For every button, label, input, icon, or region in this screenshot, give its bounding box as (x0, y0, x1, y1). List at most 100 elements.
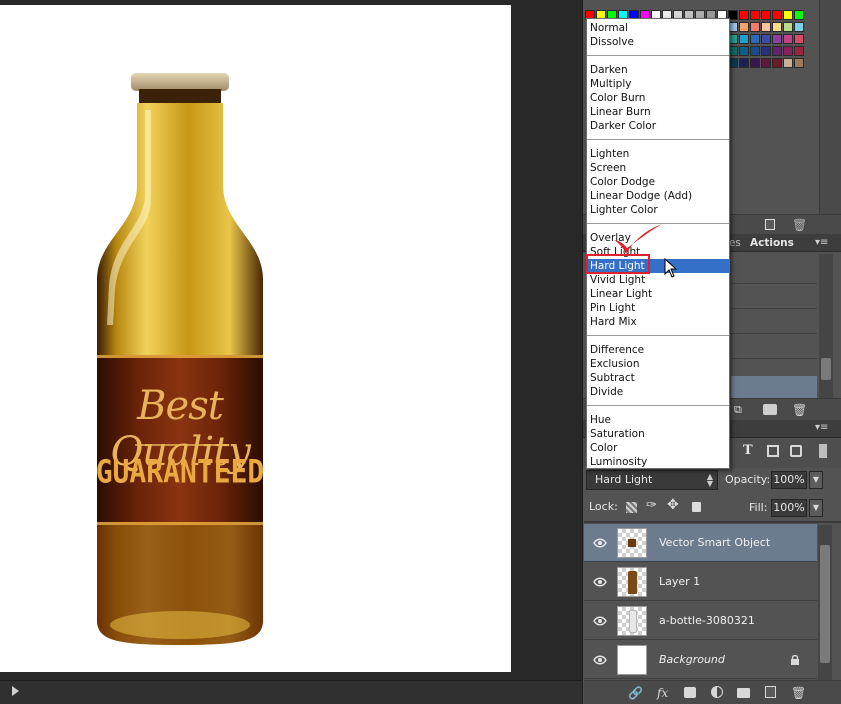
menu-item-hue[interactable]: Hue (587, 413, 729, 427)
swatch[interactable] (761, 58, 771, 68)
swatch[interactable] (772, 46, 782, 56)
swatch[interactable] (739, 22, 749, 32)
filter-toggle[interactable] (819, 444, 827, 458)
trash-icon[interactable]: 🗑 (792, 403, 807, 417)
eye-icon[interactable] (593, 576, 607, 588)
swatch[interactable] (794, 10, 804, 20)
swatch[interactable] (772, 22, 782, 32)
menu-item-linear-light[interactable]: Linear Light (587, 287, 729, 301)
menu-item-multiply[interactable]: Multiply (587, 77, 729, 91)
swatch[interactable] (761, 10, 771, 20)
fill-dropdown-arrow[interactable]: ▼ (809, 499, 823, 517)
panel-menu-icon[interactable]: ▾≡ (815, 237, 828, 248)
trash-icon[interactable]: 🗑 (791, 686, 806, 700)
swatch[interactable] (750, 46, 760, 56)
fill-input[interactable]: 100% (771, 499, 807, 517)
opacity-input[interactable]: 100% (771, 471, 807, 489)
swatch[interactable] (761, 46, 771, 56)
lock-all-icon[interactable] (692, 502, 701, 512)
layers-scrollbar[interactable] (818, 525, 832, 680)
swatch[interactable] (783, 22, 793, 32)
folder-icon[interactable] (737, 688, 750, 698)
trash-icon[interactable]: 🗑 (792, 218, 807, 232)
lock-position-icon[interactable]: ✥ (667, 497, 679, 513)
fx-icon[interactable]: fx (657, 686, 668, 700)
layer-name[interactable]: a-bottle-3080321 (659, 614, 755, 627)
menu-item-saturation[interactable]: Saturation (587, 427, 729, 441)
menu-item-darken[interactable]: Darken (587, 63, 729, 77)
swatch[interactable] (772, 10, 782, 20)
menu-item-dissolve[interactable]: Dissolve (587, 35, 729, 49)
swatch[interactable] (761, 22, 771, 32)
menu-item-color[interactable]: Color (587, 441, 729, 455)
swatch[interactable] (750, 10, 760, 20)
swatch[interactable] (772, 34, 782, 44)
new-document-icon[interactable]: ⧉ (734, 403, 742, 417)
swatch[interactable] (750, 22, 760, 32)
swatch[interactable] (750, 58, 760, 68)
layer-row-vector-smart-object[interactable]: Vector Smart Object (584, 524, 817, 562)
menu-item-lighten[interactable]: Lighten (587, 147, 729, 161)
menu-item-normal[interactable]: Normal (587, 21, 729, 35)
menu-item-exclusion[interactable]: Exclusion (587, 357, 729, 371)
link-icon[interactable]: 🔗 (628, 686, 643, 700)
adjustment-icon[interactable] (711, 686, 723, 698)
lock-brush-icon[interactable]: ✑ (646, 498, 657, 513)
menu-item-linear-dodge[interactable]: Linear Dodge (Add) (587, 189, 729, 203)
history-row[interactable] (731, 285, 817, 309)
swatch[interactable] (794, 22, 804, 32)
layer-name[interactable]: Vector Smart Object (659, 536, 770, 549)
text-filter-icon[interactable]: T (743, 443, 753, 458)
lock-transparent-icon[interactable] (626, 502, 637, 513)
smart-object-filter-icon[interactable] (790, 445, 802, 457)
swatch[interactable] (794, 34, 804, 44)
history-row[interactable] (731, 310, 817, 334)
menu-item-pin-light[interactable]: Pin Light (587, 301, 729, 315)
panel-menu-icon[interactable]: ▾≡ (815, 422, 828, 433)
eye-icon[interactable] (593, 654, 607, 666)
menu-item-subtract[interactable]: Subtract (587, 371, 729, 385)
menu-item-vivid-light[interactable]: Vivid Light (587, 273, 729, 287)
shape-filter-icon[interactable] (767, 445, 779, 457)
swatch[interactable] (783, 34, 793, 44)
menu-item-color-dodge[interactable]: Color Dodge (587, 175, 729, 189)
history-row[interactable] (731, 335, 817, 359)
swatch[interactable] (750, 34, 760, 44)
menu-item-darker-color[interactable]: Darker Color (587, 119, 729, 133)
swatch[interactable] (783, 46, 793, 56)
swatch[interactable] (739, 34, 749, 44)
menu-item-screen[interactable]: Screen (587, 161, 729, 175)
layer-row-a-bottle[interactable]: a-bottle-3080321 (584, 602, 817, 640)
layer-row-background[interactable]: Background (584, 641, 817, 679)
opacity-dropdown-arrow[interactable]: ▼ (809, 471, 823, 489)
menu-item-difference[interactable]: Difference (587, 343, 729, 357)
menu-item-color-burn[interactable]: Color Burn (587, 91, 729, 105)
swatch[interactable] (739, 46, 749, 56)
swatch[interactable] (761, 34, 771, 44)
layer-name[interactable]: Layer 1 (659, 575, 700, 588)
camera-icon[interactable] (763, 404, 777, 415)
swatch[interactable] (794, 58, 804, 68)
layer-row-layer-1[interactable]: Layer 1 (584, 563, 817, 601)
new-swatch-icon[interactable] (765, 219, 775, 230)
history-row[interactable] (731, 260, 817, 284)
history-scrollbar[interactable] (819, 254, 833, 398)
eye-icon[interactable] (593, 537, 607, 549)
blend-mode-select[interactable]: Hard Light ▲ ▼ (586, 470, 718, 490)
layer-name[interactable]: Background (659, 653, 725, 666)
actions-tab[interactable]: Actions (750, 237, 794, 249)
play-arrow-icon[interactable] (12, 686, 19, 696)
history-row-selected[interactable] (731, 376, 817, 398)
eye-icon[interactable] (593, 615, 607, 627)
new-layer-icon[interactable] (765, 686, 776, 698)
history-scroll-thumb[interactable] (821, 358, 831, 380)
swatch[interactable] (783, 10, 793, 20)
menu-item-divide[interactable]: Divide (587, 385, 729, 399)
menu-item-lighter-color[interactable]: Lighter Color (587, 203, 729, 217)
mask-icon[interactable] (684, 687, 696, 698)
swatches-panel-scroll[interactable] (819, 0, 841, 214)
menu-item-hard-mix[interactable]: Hard Mix (587, 315, 729, 329)
document-canvas[interactable]: Best Quality GUARANTEED (0, 5, 511, 672)
swatch[interactable] (739, 58, 749, 68)
swatch[interactable] (772, 58, 782, 68)
